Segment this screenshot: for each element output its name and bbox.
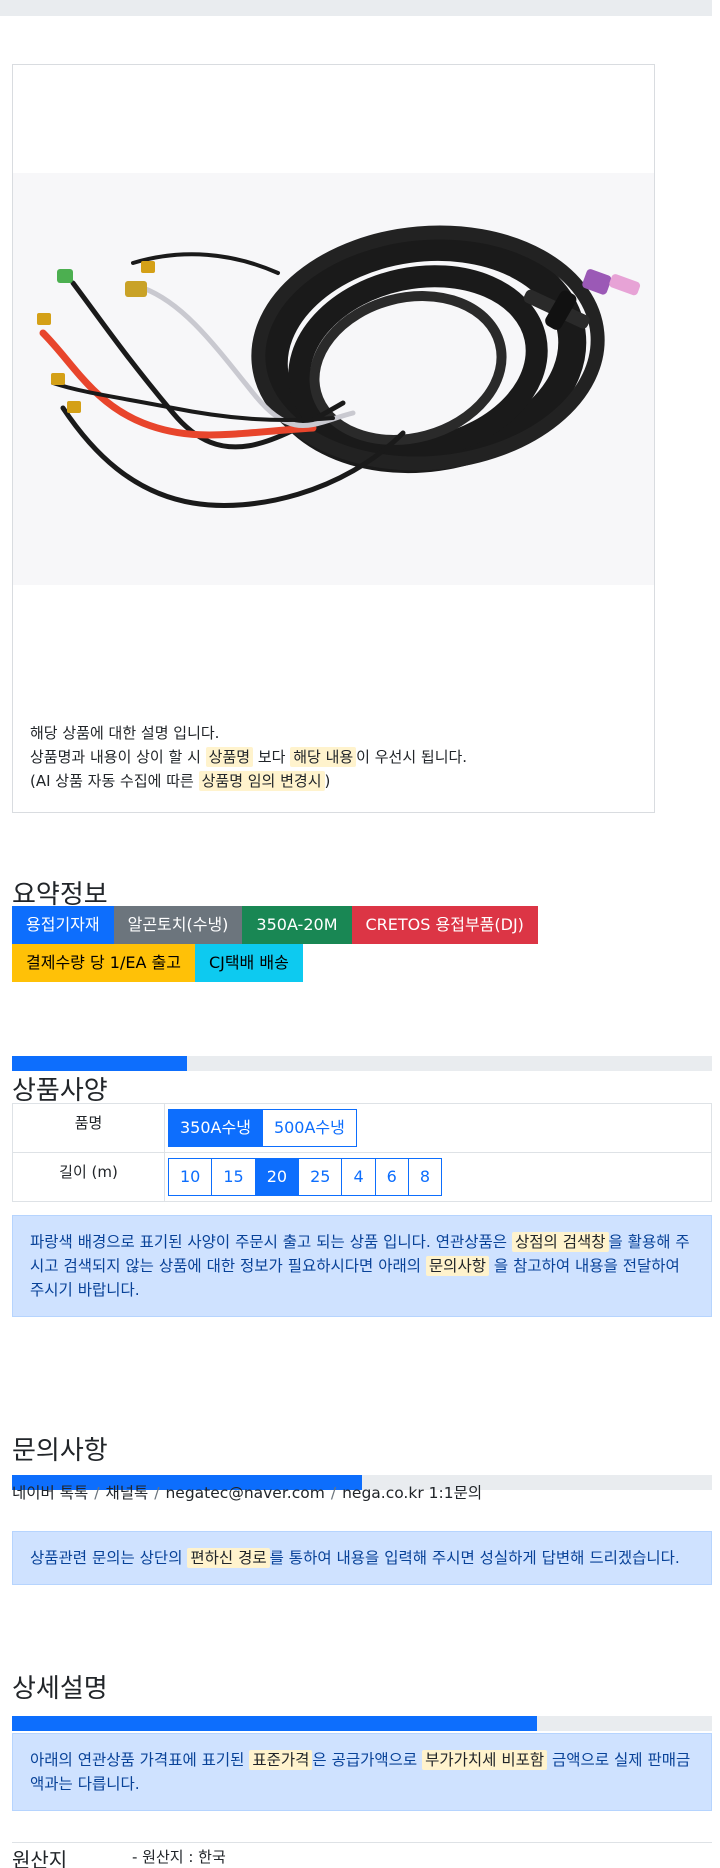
detail-title: 상세설명 (12, 1674, 108, 1704)
desc-text: (AI 상품 자동 수집에 따른 (30, 772, 199, 790)
summary-tag: 350A-20M (242, 906, 352, 944)
separator: / (94, 1484, 100, 1502)
spec-row: 품명 350A수냉 500A수냉 (12, 1103, 712, 1153)
spec-option-button[interactable]: 25 (298, 1158, 343, 1196)
spec-title: 상품사양 (12, 1076, 108, 1106)
spec-option-button[interactable]: 10 (168, 1158, 213, 1196)
notice-text: 상품관련 문의는 상단의 (30, 1549, 188, 1567)
contact-channel-link[interactable]: nega.co.kr 1:1문의 (342, 1484, 482, 1502)
origin-value: - 원산지 : 한국 (132, 1848, 226, 1866)
spec-row: 길이 (m) 10 15 20 25 4 6 8 (12, 1152, 712, 1202)
spec-option-button[interactable]: 20 (254, 1158, 300, 1196)
contact-channel-link[interactable]: 네이버 톡톡 (12, 1484, 88, 1502)
spec-label: 품명 (12, 1103, 165, 1153)
spec-notice: 파랑색 배경으로 표기된 사양이 주문시 출고 되는 상품 입니다. 연관상품은… (12, 1215, 712, 1317)
notice-text: 아래의 연관상품 가격표에 표기된 (30, 1751, 250, 1769)
welding-torch-illustration (13, 173, 654, 585)
detail-notice: 아래의 연관상품 가격표에 표기된 표준가격 은 공급가액으로 부가가치세 비포함… (12, 1733, 712, 1811)
desc-line-1: 해당 상품에 대한 설명 입니다. (30, 724, 220, 742)
desc-highlight: 상품명 (205, 747, 254, 767)
spec-option-group: 10 15 20 25 4 6 8 (165, 1153, 711, 1201)
product-description: 해당 상품에 대한 설명 입니다. 상품명과 내용이 상이 할 시 상품명 보다… (30, 721, 467, 793)
spec-option-button[interactable]: 500A수냉 (261, 1109, 357, 1147)
spec-table: 품명 350A수냉 500A수냉 길이 (m) 10 15 20 25 4 6 8 (12, 1103, 712, 1202)
divider (12, 1842, 712, 1843)
desc-text: 상품명과 내용이 상이 할 시 (30, 748, 206, 766)
summary-tags-row-1: 용접기자재 알곤토치(수냉) 350A-20M CRETOS 용접부품(DJ) (12, 906, 538, 944)
summary-tag: CJ택배 배송 (194, 944, 303, 982)
desc-text: 보다 (253, 748, 291, 766)
inquiry-title: 문의사항 (12, 1436, 108, 1466)
progress-fill (12, 1056, 187, 1071)
origin-label: 원산지 (12, 1848, 68, 1868)
notice-highlight: 표준가격 (249, 1750, 313, 1770)
contact-channel-link[interactable]: 채널톡 (105, 1484, 148, 1502)
summary-tag: 결제수량 당 1/EA 출고 (12, 944, 195, 982)
summary-tag: 용접기자재 (12, 906, 114, 944)
desc-highlight: 해당 내용 (290, 747, 357, 767)
spec-options-cell: 10 15 20 25 4 6 8 (164, 1152, 712, 1202)
notice-highlight: 편하신 경로 (187, 1548, 270, 1568)
notice-highlight: 상점의 검색창 (512, 1232, 609, 1252)
summary-tag: CRETOS 용접부품(DJ) (351, 906, 538, 944)
summary-tags-row-2: 결제수량 당 1/EA 출고 CJ택배 배송 (12, 944, 303, 982)
desc-text: 이 우선시 됩니다. (356, 748, 468, 766)
contact-channels: 네이버 톡톡 / 채널톡 / negatec@naver.com / nega.co.kr … (12, 1481, 482, 1503)
spec-options-cell: 350A수냉 500A수냉 (164, 1103, 712, 1153)
spec-option-button[interactable]: 4 (341, 1158, 376, 1196)
desc-text: ) (324, 772, 331, 790)
desc-line-3: (AI 상품 자동 수집에 따른 상품명 임의 변경시) (30, 769, 467, 793)
spec-option-button[interactable]: 350A수냉 (168, 1109, 263, 1147)
product-card: 해당 상품에 대한 설명 입니다. 상품명과 내용이 상이 할 시 상품명 보다… (12, 64, 655, 813)
contact-channel-link[interactable]: negatec@naver.com (165, 1484, 324, 1502)
separator: / (330, 1484, 337, 1502)
spec-option-button[interactable]: 15 (211, 1158, 256, 1196)
separator: / (154, 1484, 160, 1502)
notice-text: 를 통하여 내용을 입력해 주시면 성실하게 답변해 드리겠습니다. (269, 1549, 680, 1567)
notice-text: 은 공급가액으로 (312, 1751, 423, 1769)
spec-option-button[interactable]: 6 (374, 1158, 409, 1196)
top-bar (0, 0, 712, 16)
notice-text: 파랑색 배경으로 표기된 사양이 주문시 출고 되는 상품 입니다. 연관상품은 (30, 1233, 512, 1251)
desc-line-2: 상품명과 내용이 상이 할 시 상품명 보다 해당 내용 이 우선시 됩니다. (30, 745, 467, 769)
notice-highlight: 문의사항 (425, 1256, 489, 1276)
inquiry-notice: 상품관련 문의는 상단의 편하신 경로 를 통하여 내용을 입력해 주시면 성실하… (12, 1531, 712, 1585)
notice-highlight: 부가가치세 비포함 (422, 1750, 548, 1770)
progress-fill (12, 1716, 537, 1731)
desc-highlight: 상품명 임의 변경시 (198, 771, 325, 791)
spec-option-group: 350A수냉 500A수냉 (165, 1104, 711, 1152)
spec-label: 길이 (m) (12, 1152, 165, 1202)
summary-progress-bar (12, 1056, 712, 1071)
detail-progress-bar (12, 1716, 712, 1731)
spec-option-button[interactable]: 8 (407, 1158, 442, 1196)
summary-tag: 알곤토치(수냉) (113, 906, 243, 944)
product-image (13, 173, 654, 585)
